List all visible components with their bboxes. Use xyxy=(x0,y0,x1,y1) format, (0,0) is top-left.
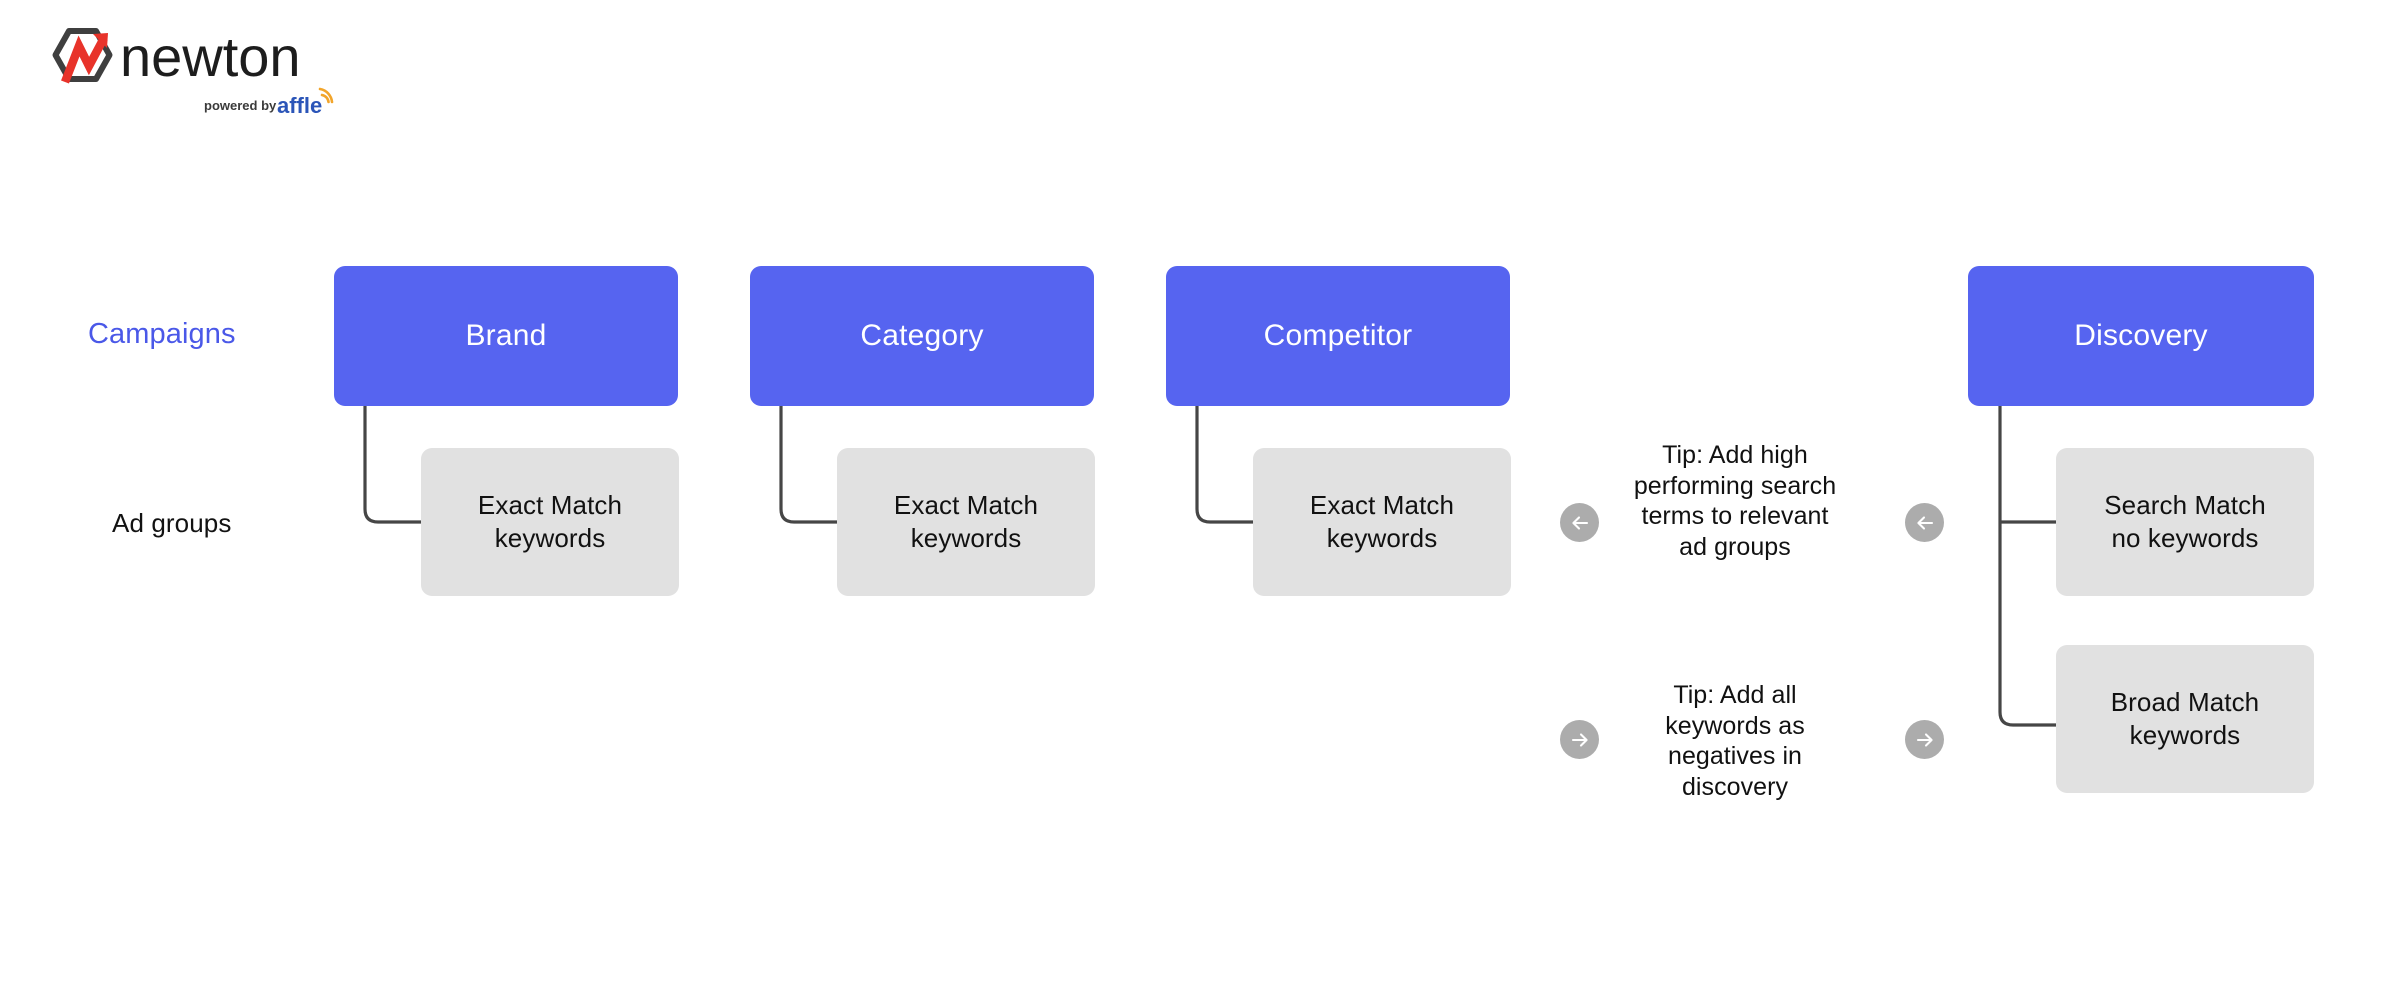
adgroup-label-category-exact-match: Exact Match keywords xyxy=(893,489,1039,553)
arrow-right-badge-competitor-side[interactable] xyxy=(1560,720,1599,759)
newton-affle-logo: newton powered by affle xyxy=(32,18,362,133)
logo-wordmark: newton xyxy=(120,25,301,88)
signal-arc-inner-icon xyxy=(320,93,330,104)
tip-text-negatives: Tip: Add all keywords as negatives in di… xyxy=(1665,681,1805,801)
campaign-box-discovery[interactable]: Discovery xyxy=(1968,266,2314,406)
adgroup-label-discovery-search-match: Search Match no keywords xyxy=(2104,489,2266,553)
adgroup-box-brand-exact-match[interactable]: Exact Match keywords xyxy=(421,448,679,596)
row-label-campaigns: Campaigns xyxy=(88,318,236,350)
connector-lines xyxy=(363,406,2056,727)
adgroup-label-discovery-broad-match: Broad Match keywords xyxy=(2110,686,2260,750)
row-label-ad-groups: Ad groups xyxy=(112,508,232,538)
adgroup-box-discovery-broad-match[interactable]: Broad Match keywords xyxy=(2056,645,2314,793)
adgroup-box-competitor-exact-match[interactable]: Exact Match keywords xyxy=(1253,448,1511,596)
campaign-box-brand[interactable]: Brand xyxy=(334,266,678,406)
connector-category-to-exact xyxy=(779,406,837,524)
logo-tagline-brand: affle xyxy=(277,93,322,118)
tip-text-search-terms: Tip: Add high performing search terms to… xyxy=(1633,441,1837,561)
arrow-left-badge-competitor-side[interactable] xyxy=(1560,503,1599,542)
adgroup-box-discovery-search-match[interactable]: Search Match no keywords xyxy=(2056,448,2314,596)
connector-discovery-trunk xyxy=(1998,406,2056,727)
logo-artwork: newton powered by affle xyxy=(52,25,334,118)
arrow-right-icon xyxy=(1916,732,1933,747)
campaign-label-competitor: Competitor xyxy=(1263,318,1413,352)
arrow-left-icon xyxy=(1571,515,1588,530)
campaign-label-brand: Brand xyxy=(465,318,547,352)
connector-competitor-to-exact xyxy=(1195,406,1253,524)
logo-tagline-prefix: powered by xyxy=(204,98,277,113)
diagram-canvas: newton powered by affle Campaigns Ad gro… xyxy=(0,0,2400,1006)
campaign-box-category[interactable]: Category xyxy=(750,266,1094,406)
adgroup-label-competitor-exact-match: Exact Match keywords xyxy=(1309,489,1455,553)
arrow-left-icon xyxy=(1916,515,1933,530)
campaign-label-discovery: Discovery xyxy=(2074,318,2208,352)
campaign-label-category: Category xyxy=(860,318,984,352)
adgroup-box-category-exact-match[interactable]: Exact Match keywords xyxy=(837,448,1095,596)
campaign-box-competitor[interactable]: Competitor xyxy=(1166,266,1510,406)
arrow-right-icon xyxy=(1571,732,1588,747)
arrow-right-badge-discovery-side[interactable] xyxy=(1905,720,1944,759)
connector-brand-to-exact xyxy=(363,406,421,524)
arrow-left-badge-discovery-side[interactable] xyxy=(1905,503,1944,542)
adgroup-label-brand-exact-match: Exact Match keywords xyxy=(477,489,623,553)
